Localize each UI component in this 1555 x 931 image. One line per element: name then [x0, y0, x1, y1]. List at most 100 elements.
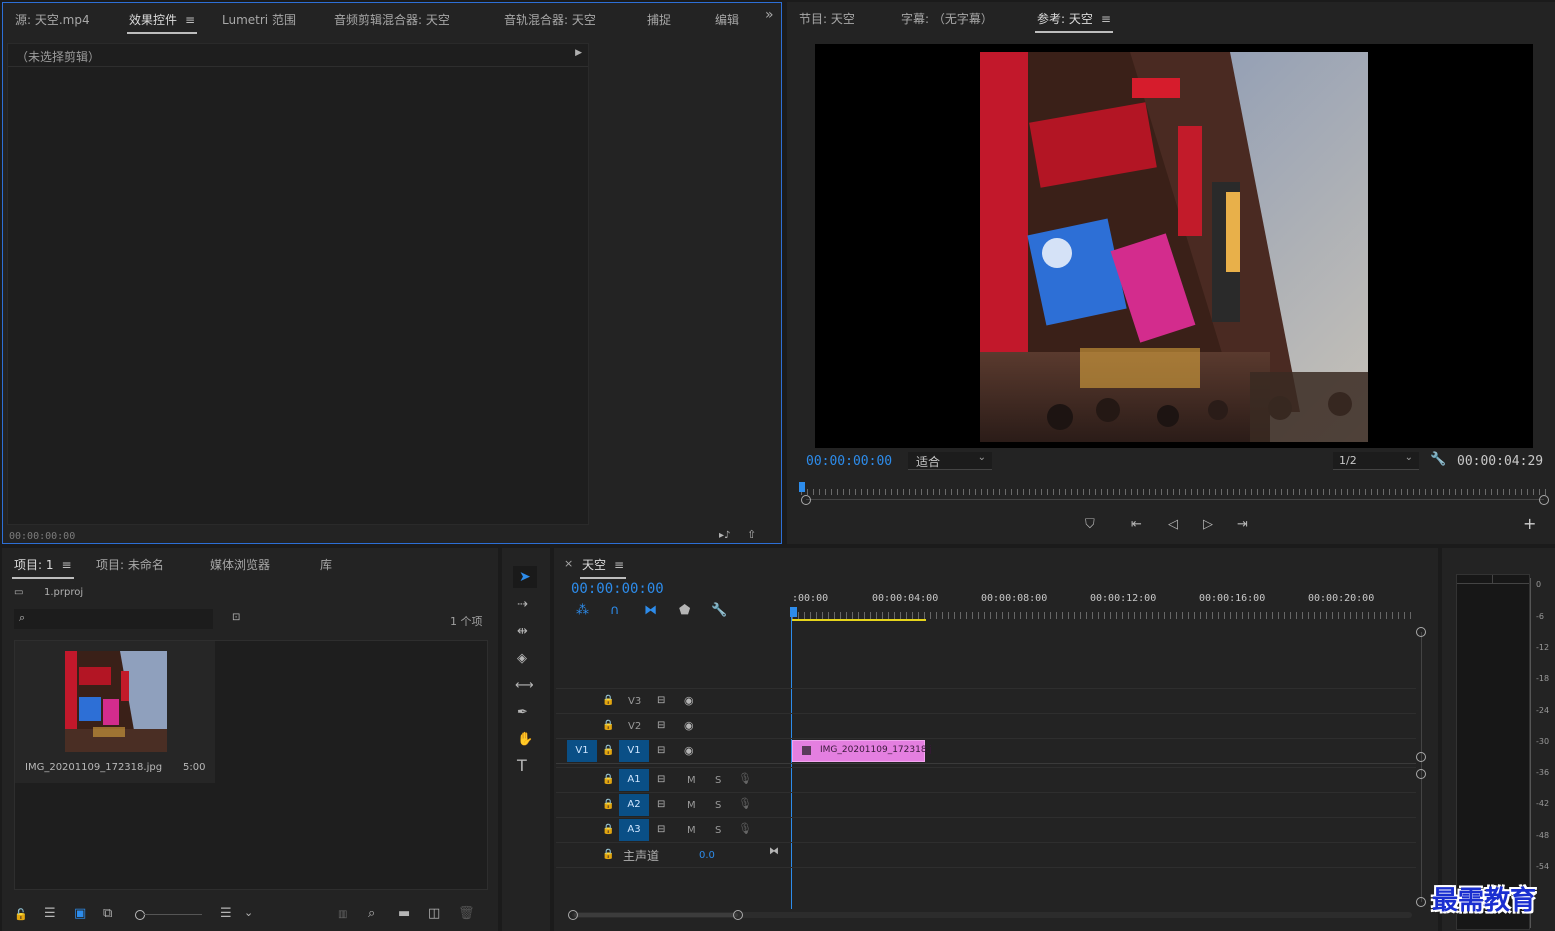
sync-lock-icon[interactable]: ⊟ [657, 744, 665, 758]
timeline-timecode[interactable]: 00:00:00:00 [571, 581, 664, 597]
project-search-input[interactable]: ⌕ [14, 609, 213, 629]
add-button-icon[interactable]: + [1523, 516, 1536, 532]
track-lock-icon[interactable]: 🔒 [602, 823, 614, 837]
tab-effect-controls[interactable]: 效果控件 ≡ [126, 11, 198, 34]
zoom-bar-track[interactable] [806, 499, 1544, 500]
timeline-clip[interactable]: IMG_20201109_172318.j [792, 740, 932, 762]
track-lock-icon[interactable]: 🔒 [602, 744, 614, 758]
pen-tool-icon[interactable]: ✒ [517, 706, 528, 720]
wrench-icon[interactable]: 🔧 [1430, 453, 1446, 467]
tab-sequence[interactable]: 天空 ≡ [579, 556, 627, 579]
play-arrow-icon[interactable]: ▶ [575, 48, 582, 58]
sync-lock-icon[interactable]: ⊟ [657, 798, 665, 812]
sort-icon[interactable]: ☰ [220, 907, 232, 921]
track-name-v2[interactable]: V2 [628, 721, 641, 732]
master-volume-value[interactable]: 0.0 [699, 850, 715, 861]
razor-tool-icon[interactable]: ◈ [517, 652, 527, 666]
add-marker-icon[interactable]: ⬟ [679, 604, 690, 618]
work-area-bar[interactable] [792, 619, 926, 621]
solo-button[interactable]: S [715, 775, 721, 786]
panel-menu-icon[interactable]: ≡ [614, 558, 624, 572]
panel-menu-icon[interactable]: ≡ [185, 13, 195, 27]
sync-lock-icon[interactable]: ⊟ [657, 823, 665, 837]
trash-icon[interactable]: 🗑 [458, 907, 475, 921]
microphone-icon[interactable]: 🎙 [738, 822, 752, 836]
scroll-handle[interactable] [1416, 627, 1426, 637]
track-lock-icon[interactable]: 🔒 [602, 848, 614, 862]
eye-icon[interactable]: ◉ [684, 719, 694, 733]
sync-lock-icon[interactable]: ⊟ [657, 773, 665, 787]
step-back-icon[interactable]: ◁ [1168, 518, 1178, 532]
tab-audio-clip-mixer[interactable]: 音频剪辑混合器: 天空 [334, 11, 450, 28]
tab-edit[interactable]: 编辑 [715, 11, 739, 28]
program-current-timecode[interactable]: 00:00:00:00 [806, 454, 892, 469]
timeline-ruler[interactable] [792, 612, 1416, 619]
tab-audio-track-mixer[interactable]: 音轨混合器: 天空 [504, 11, 596, 28]
close-icon[interactable]: × [564, 557, 573, 570]
track-lock-icon[interactable]: 🔒 [602, 719, 614, 733]
zoom-slider-handle[interactable] [135, 910, 145, 920]
track-name-a3[interactable]: A3 [619, 819, 649, 841]
track-lock-icon[interactable]: 🔒 [602, 694, 614, 708]
tab-program[interactable]: 节目: 天空 [799, 10, 855, 27]
source-patch-v1[interactable]: V1 [567, 740, 597, 762]
hand-tool-icon[interactable]: ✋ [517, 733, 533, 747]
tab-media-browser[interactable]: 媒体浏览器 [210, 556, 270, 573]
eye-icon[interactable]: ◉ [684, 744, 694, 758]
sync-lock-icon[interactable]: ⊟ [657, 719, 665, 733]
slip-tool-icon[interactable]: ⟷ [515, 679, 534, 693]
lock-icon[interactable]: 🔓 [14, 908, 28, 922]
step-forward-icon[interactable]: ▷ [1203, 518, 1213, 532]
zoom-handle-left[interactable] [801, 495, 811, 505]
track-name-a2[interactable]: A2 [619, 794, 649, 816]
panel-menu-icon[interactable]: ≡ [62, 558, 72, 572]
tab-captions[interactable]: 字幕: （无字幕） [901, 10, 993, 27]
go-to-in-icon[interactable]: ⇤ [1131, 518, 1142, 532]
filter-icon[interactable]: ▸♪ [719, 529, 730, 543]
track-name-v1[interactable]: V1 [619, 740, 649, 762]
microphone-icon[interactable]: 🎙 [738, 797, 752, 811]
mute-button[interactable]: M [687, 825, 696, 836]
tab-lumetri-scopes[interactable]: Lumetri 范围 [222, 11, 296, 28]
add-marker-icon[interactable]: ⛉ [1085, 518, 1095, 532]
export-icon[interactable]: ⇧ [747, 528, 756, 542]
microphone-icon[interactable]: 🎙 [738, 772, 752, 786]
tab-reference[interactable]: 参考: 天空 ≡ [1035, 10, 1113, 33]
eye-icon[interactable]: ◉ [684, 694, 694, 708]
ripple-edit-tool-icon[interactable]: ⇹ [517, 625, 528, 639]
linked-selection-icon[interactable]: ⧓ [644, 604, 657, 618]
snap-magnet-icon[interactable]: ∩ [610, 604, 620, 618]
tab-libraries[interactable]: 库 [320, 556, 332, 573]
tab-capture[interactable]: 捕捉 [647, 11, 671, 28]
tab-project-1[interactable]: 项目: 1 ≡ [12, 556, 74, 579]
wrench-icon[interactable]: 🔧 [711, 604, 727, 618]
resolution-select[interactable]: 1/2 ⌄ [1333, 452, 1419, 470]
solo-button[interactable]: S [715, 825, 721, 836]
new-search-bin-icon[interactable]: ⊡ [232, 611, 240, 625]
track-name-v3[interactable]: V3 [628, 696, 641, 707]
track-lock-icon[interactable]: 🔒 [602, 773, 614, 787]
scroll-handle[interactable] [1416, 752, 1426, 762]
playhead-marker[interactable] [799, 482, 805, 492]
type-tool-icon[interactable]: T [517, 758, 527, 774]
go-to-out-icon[interactable]: ⇥ [1237, 518, 1248, 532]
horizontal-scroll-thumb[interactable] [574, 913, 738, 917]
tab-source[interactable]: 源: 天空.mp4 [15, 11, 90, 28]
icon-view-icon[interactable]: ▣ [74, 907, 86, 921]
selection-tool-icon[interactable]: ➤ [519, 570, 531, 584]
list-view-icon[interactable]: ☰ [44, 907, 56, 921]
zoom-handle-right[interactable] [1539, 495, 1549, 505]
vertical-scroll-track[interactable] [1421, 632, 1422, 902]
zoom-slider-track[interactable] [144, 914, 202, 915]
program-time-ruler[interactable] [801, 483, 1549, 495]
new-bin-icon[interactable]: ▬ [398, 907, 410, 921]
track-name-a1[interactable]: A1 [619, 769, 649, 791]
tab-project-untitled[interactable]: 项目: 未命名 [96, 556, 164, 573]
timeline-playhead-marker[interactable] [790, 607, 797, 617]
scroll-handle[interactable] [1416, 769, 1426, 779]
scroll-handle[interactable] [568, 910, 578, 920]
panel-menu-icon[interactable]: ≡ [1101, 12, 1111, 26]
scroll-handle[interactable] [733, 910, 743, 920]
track-select-tool-icon[interactable]: ⇢ [517, 598, 528, 612]
automate-icon[interactable]: ▥ [338, 908, 347, 922]
